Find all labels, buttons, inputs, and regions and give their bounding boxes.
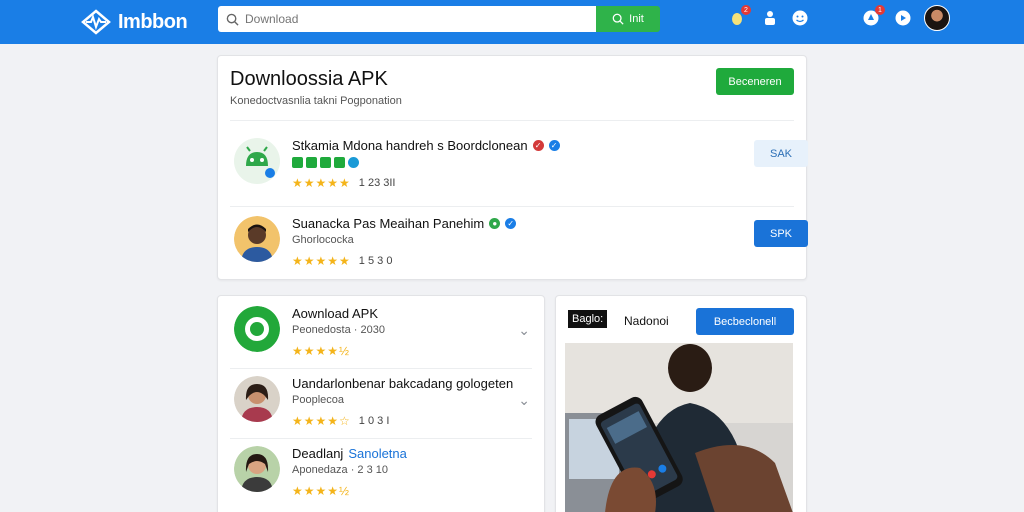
search-box[interactable] (218, 6, 596, 32)
app-rating: ★★★★½ (292, 484, 350, 498)
verified-icon: ✓ (548, 140, 560, 151)
logo-icon (81, 9, 111, 35)
list-item[interactable]: Uandarlonbenar bakcadang gologeten Poopl… (232, 376, 534, 440)
app-rating: ★★★★☆ 1 0 3 I (292, 414, 389, 428)
developer-avatar (234, 376, 280, 422)
list-item[interactable]: Aownload APK Peonedosta · 2030 ★★★★½ ⌄ (232, 306, 534, 370)
verified-icon: ✓ (505, 218, 517, 229)
app-rating: ★★★★★ 1 23 3II (292, 176, 396, 190)
list-item[interactable]: Deadlanj Sanoletna Aponedaza · 2 3 10 ★★… (232, 446, 534, 510)
search-button[interactable]: Init (596, 6, 660, 32)
rating-stars: ★★★★★ (292, 254, 351, 268)
rating-stars: ★★★★½ (292, 484, 351, 498)
alerts-badge: 1 (875, 5, 885, 15)
chevron-down-icon[interactable]: ⌄ (518, 392, 530, 409)
rating-count: 1 23 3II (358, 177, 396, 189)
app-name: Uandarlonbenar bakcadang gologeten (292, 376, 514, 391)
app-developer: Ghorlococka (292, 234, 354, 246)
app-rating: ★★★★★ 1 5 3 0 (292, 254, 392, 268)
developer-avatar (234, 446, 280, 492)
download-button[interactable]: SPK (754, 220, 808, 247)
rating-count: 1 5 3 0 (358, 255, 393, 267)
rating-count: 1 0 3 I (358, 415, 390, 427)
page-title: Downloossia APK (230, 68, 388, 90)
app-list-card: Aownload APK Peonedosta · 2030 ★★★★½ ⌄ U… (217, 295, 545, 512)
search-button-label: Init (629, 13, 644, 25)
download-button[interactable]: SAK (754, 140, 808, 167)
app-feature-icons (292, 157, 359, 168)
rating-stars: ★★★★★ (292, 176, 351, 190)
page-subtitle: Konedoctvasnlia takni Pogponation (230, 95, 402, 107)
logo-text: Imbbon (118, 10, 188, 33)
alerts-icon[interactable]: 1 (862, 5, 885, 27)
app-row[interactable]: Stkamia Mdona handreh s Boordclonean ✓ ✓… (232, 138, 808, 198)
app-name: Suanacka Pas Meaihan Panehim ● ✓ (292, 216, 517, 231)
rating-stars: ★★★★½ (292, 344, 351, 358)
app-name: Stkamia Mdona handreh s Boordclonean ✓ ✓ (292, 138, 560, 153)
rating-stars: ★★★★☆ (292, 414, 351, 428)
search-input[interactable] (245, 12, 585, 26)
chevron-down-icon[interactable]: ⌄ (518, 322, 530, 339)
app-sub: Aponedaza · 2 3 10 (292, 464, 389, 476)
promo-image (565, 343, 793, 512)
promo-label: Baglo: (568, 310, 608, 328)
app-rating: ★★★★½ (292, 344, 350, 358)
developer-avatar (234, 216, 280, 262)
promo-card: Baglo: Nadonoi Becbeclonell (555, 295, 807, 512)
top-navigation-bar: Imbbon Init 2 1 (0, 0, 1024, 44)
app-row[interactable]: Suanacka Pas Meaihan Panehim ● ✓ Ghorloc… (232, 216, 808, 276)
notification-icon[interactable]: 2 (728, 5, 751, 27)
app-icon (234, 306, 280, 352)
promo-download-button[interactable]: Becbeclonell (696, 308, 794, 335)
user-icon[interactable] (761, 9, 779, 27)
app-sub: Peonedosta · 2030 (292, 324, 385, 336)
search-icon (226, 13, 239, 26)
logo[interactable]: Imbbon (80, 8, 188, 36)
app-name: Aownload APK (292, 306, 379, 321)
notification-badge: 2 (741, 5, 751, 15)
android-app-icon (234, 138, 280, 184)
settings-icon[interactable] (894, 9, 912, 27)
user-avatar[interactable] (924, 5, 950, 31)
app-name: Deadlanj Sanoletna (292, 446, 407, 461)
divider (230, 120, 794, 121)
divider (230, 368, 532, 369)
smiley-icon[interactable] (791, 9, 809, 27)
android-icon: ● (489, 218, 501, 229)
main-card: Downloossia APK Konedoctvasnlia takni Po… (217, 55, 808, 280)
app-sub: Pooplecoa (292, 394, 344, 406)
primary-action-button[interactable]: Beceneren (716, 68, 794, 95)
divider (230, 438, 532, 439)
search-icon (612, 13, 624, 25)
flag-icon: ✓ (532, 140, 544, 151)
divider (230, 206, 794, 207)
promo-name: Nadonoi (624, 314, 669, 328)
